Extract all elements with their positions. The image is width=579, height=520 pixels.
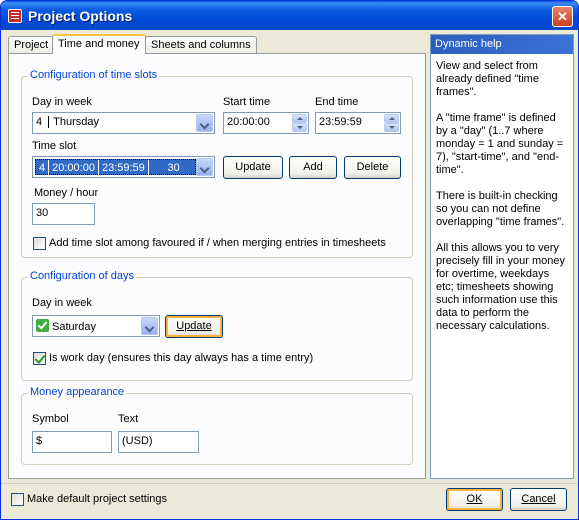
currency-text-input[interactable]: (USD) [118,431,199,453]
slot-end-cell: 23:59:59 [99,160,149,176]
time-slots-group: Configuration of time slots Day in week … [21,69,413,258]
cancel-button[interactable]: Cancel [510,488,567,511]
app-icon [8,9,22,23]
day-in-week-select[interactable]: 4 Thursday [32,112,215,134]
time-and-money-panel: Configuration of time slots Day in week … [8,53,426,479]
money-per-hour-input[interactable]: 30 [32,203,95,225]
check-icon [36,319,49,332]
spin-up-icon[interactable] [384,114,399,123]
symbol-input[interactable]: $ [32,431,112,453]
footer-divider [1,483,578,484]
spin-down-icon[interactable] [384,123,399,132]
help-paragraph: A "time frame" is defined by a "day" (1.… [436,112,564,176]
money-group-title: Money appearance [28,386,127,398]
favoured-checkbox[interactable] [33,237,46,250]
symbol-label: Symbol [32,413,69,425]
text-label: Text [118,413,139,425]
start-time-spinner[interactable] [292,114,307,132]
workday-label[interactable]: Is work day (ensures this day always has… [49,352,313,364]
day-number: 4 [36,116,50,128]
money-per-hour-label: Money / hour [34,187,99,199]
time-slots-group-title: Configuration of time slots [28,69,160,81]
slot-delete-button[interactable]: Delete [344,156,401,179]
cancel-label: Cancel [521,493,556,505]
slot-update-button[interactable]: Update [223,156,283,179]
spin-down-icon[interactable] [292,123,307,132]
chevron-down-icon[interactable] [196,114,213,132]
days-day-select[interactable]: Saturday [32,315,160,337]
slot-money-cell: 30 [167,162,180,174]
days-update-label: Update [176,320,212,332]
end-time-field[interactable]: 23:59:59 [315,112,401,134]
slot-add-button[interactable]: Add [289,156,337,179]
start-time-field[interactable]: 20:00:00 [223,112,309,134]
money-appearance-group: Money appearance Symbol $ Text (USD) [21,386,413,465]
ok-button[interactable]: OK [446,488,503,511]
default-settings-label[interactable]: Make default project settings [27,493,167,505]
symbol-value: $ [36,435,43,447]
tab-time-and-money[interactable]: Time and money [52,34,146,54]
favoured-label[interactable]: Add time slot among favoured if / when m… [49,237,386,249]
days-group: Configuration of days Day in week Saturd… [21,270,413,381]
help-paragraph: There is built-in checking so you can no… [436,190,565,228]
dynamic-help-panel: Dynamic help View and select from alread… [430,34,574,479]
days-update-button[interactable]: Update [165,315,223,338]
currency-text-value: (USD) [122,435,153,447]
days-day-in-week-label: Day in week [32,297,92,309]
workday-checkbox[interactable] [33,352,46,365]
slot-start-cell: 20:00:00 [49,160,99,176]
close-button[interactable]: ✕ [552,6,573,27]
help-paragraph: All this allows you to very precisely fi… [436,242,565,332]
time-slot-select[interactable]: 4 20:00:00 23:59:59 30 [32,156,215,178]
tab-project[interactable]: Project [8,36,55,54]
day-name: Thursday [53,116,99,128]
days-day-value: Saturday [52,321,97,333]
ok-label: OK [466,493,483,505]
window-title: Project Options [28,8,133,24]
dynamic-help-text: View and select from already defined "ti… [431,54,573,352]
tab-sheets-and-columns[interactable]: Sheets and columns [145,36,257,54]
help-paragraph: View and select from already defined "ti… [436,60,539,98]
time-slot-selected-row: 4 20:00:00 23:59:59 30 [35,159,196,176]
days-group-title: Configuration of days [28,270,136,282]
start-time-label: Start time [223,96,271,108]
end-time-value: 23:59:59 [319,116,362,128]
spin-up-icon[interactable] [292,114,307,123]
start-time-value: 20:00:00 [227,116,270,128]
time-slot-label: Time slot [32,140,77,152]
chevron-down-icon[interactable] [196,158,213,176]
end-time-label: End time [315,96,359,108]
money-per-hour-value: 30 [36,207,49,219]
dynamic-help-title: Dynamic help [431,35,573,54]
end-time-spinner[interactable] [384,114,399,132]
day-in-week-label: Day in week [32,96,92,108]
chevron-down-icon[interactable] [141,317,158,335]
default-settings-checkbox[interactable] [11,493,24,506]
project-options-window: Project Options ✕ Project Time and money… [0,0,579,520]
title-bar[interactable]: Project Options ✕ [1,1,578,30]
slot-day-cell: 4 [36,160,50,176]
